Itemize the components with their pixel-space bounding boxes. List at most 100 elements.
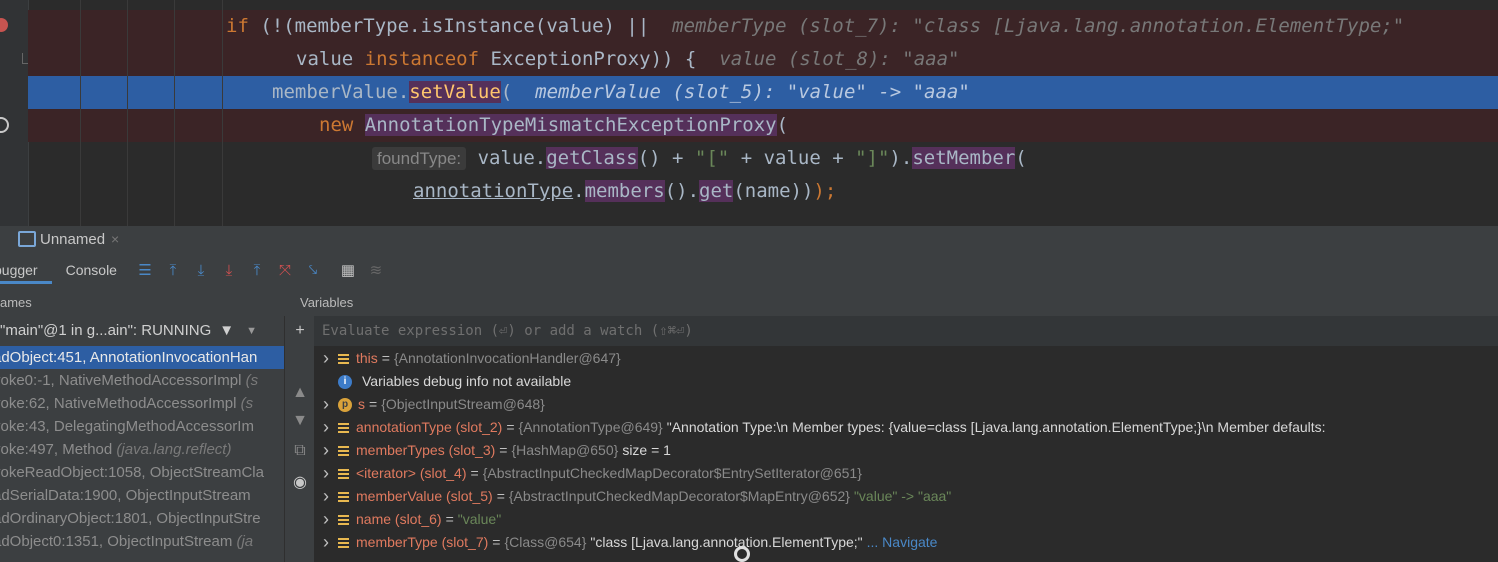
stack-frame[interactable]: voke0:-1, NativeMethodAccessorImpl (s — [0, 369, 284, 392]
variable-row[interactable]: › annotationType (slot_2) = {AnnotationType… — [314, 416, 1498, 439]
variable-row[interactable]: › name (slot_6) = "value" — [314, 508, 1498, 531]
run-config-tab[interactable]: Unnamed × — [0, 226, 1498, 252]
info-icon: i — [338, 374, 352, 389]
evaluate-expression-icon[interactable]: ▦ — [337, 259, 359, 281]
chevron-right-icon[interactable]: › — [314, 508, 338, 531]
variable-type: {AnnotationInvocationHandler@647} — [393, 350, 621, 366]
info-text: Variables debug info not available — [362, 373, 572, 389]
move-down-icon[interactable]: ▼ — [291, 412, 309, 430]
show-watches-icon[interactable]: ◉ — [291, 472, 309, 491]
disabled-breakpoint-icon[interactable] — [0, 117, 9, 133]
code-token: members — [584, 180, 665, 202]
close-icon[interactable]: × — [111, 231, 119, 247]
variable-name: <iterator> (slot_4) — [356, 465, 467, 481]
tab-console[interactable]: Console — [52, 256, 131, 284]
variable-row[interactable]: › this = {AnnotationInvocationHandler@647} — [314, 347, 1498, 370]
variable-row[interactable]: › memberType (slot_7) = {Class@654} "class [… — [314, 531, 1498, 554]
code-line[interactable]: foundType: value.getClass() + "[" + valu… — [28, 142, 1498, 175]
code-token: setValue — [409, 81, 501, 103]
stack-frame[interactable]: adObject:451, AnnotationInvocationHan — [0, 346, 284, 369]
step-over-icon[interactable]: ⤓ — [190, 259, 212, 281]
variables-tree: › this = {AnnotationInvocationHandler@647} i… — [314, 347, 1498, 554]
editor-gutter[interactable] — [0, 0, 34, 226]
stack-frame[interactable]: voke:43, DelegatingMethodAccessorIm — [0, 415, 284, 438]
run-to-cursor-icon[interactable]: ⤥ — [302, 259, 324, 281]
add-watch-icon[interactable]: + — [291, 322, 309, 340]
code-line[interactable]: if (!(memberType.isInstance(value) || me… — [28, 10, 1498, 43]
variable-name: memberValue (slot_5) — [356, 488, 493, 504]
stack-frame[interactable]: adObject0:1351, ObjectInputStream (ja — [0, 530, 284, 553]
duplicate-watch-icon[interactable]: ⧉ — [291, 442, 309, 460]
variable-row[interactable]: › memberTypes (slot_3) = {HashMap@650} size… — [314, 439, 1498, 462]
stack-frame[interactable]: adOrdinaryObject:1801, ObjectInputStre — [0, 507, 284, 530]
chevron-right-icon[interactable]: › — [314, 462, 338, 485]
chevron-right-icon[interactable]: › — [314, 531, 338, 554]
code-token: (name)) — [733, 180, 814, 202]
variable-row[interactable]: › p s = {ObjectInputStream@648} — [314, 393, 1498, 416]
code-token: ( — [500, 81, 536, 103]
frame-label: voke:497, Method — [0, 441, 117, 458]
tab-debugger[interactable]: bugger — [0, 256, 52, 284]
variable-row[interactable]: › memberValue (slot_5) = {AbstractInputChec… — [314, 485, 1498, 508]
stack-frame[interactable]: voke:62, NativeMethodAccessorImpl (s — [0, 392, 284, 415]
code-token: . — [573, 180, 585, 202]
inline-debug-hint: memberValue (slot_5): "value" -> "aaa" — [535, 81, 970, 103]
evaluate-expression-input[interactable]: Evaluate expression (⏎) or add a watch (… — [314, 316, 1498, 347]
stack-frame[interactable]: adSerialData:1900, ObjectInputStream — [0, 484, 284, 507]
variable-type: {AbstractInputCheckedMapDecorator$MapEnt… — [508, 488, 850, 504]
run-config-title: Unnamed — [40, 230, 106, 248]
chevron-right-icon[interactable]: › — [314, 485, 338, 508]
trace-icon[interactable]: ≋ — [365, 259, 387, 281]
code-token: annotationType — [413, 180, 574, 202]
stack-frame[interactable]: vokeReadObject:1058, ObjectStreamCla — [0, 461, 284, 484]
code-line[interactable]: new AnnotationTypeMismatchExceptionProxy… — [28, 109, 1498, 142]
step-out-icon[interactable]: ⤒ — [246, 259, 268, 281]
variable-row[interactable]: › <iterator> (slot_4) = {AbstractInputCheck… — [314, 462, 1498, 485]
equals-sign: = — [492, 534, 501, 550]
equals-sign: = — [381, 350, 390, 366]
variable-type: {HashMap@650} — [511, 442, 619, 458]
drop-frame-icon[interactable]: ⤧ — [274, 259, 296, 281]
step-into-icon[interactable]: ⤓ — [218, 259, 240, 281]
code-editor[interactable]: if (!(memberType.isInstance(value) || me… — [0, 0, 1498, 226]
field-icon — [338, 514, 349, 525]
navigate-link[interactable]: ... Navigate — [867, 531, 938, 554]
code-line[interactable]: memberValue.setValue( memberValue (slot_… — [28, 76, 1498, 109]
code-line[interactable]: value instanceof ExceptionProxy)) { valu… — [28, 43, 1498, 76]
chevron-down-icon[interactable]: ▼ — [246, 316, 257, 346]
field-icon — [338, 491, 349, 502]
menu-icon[interactable]: ☰ — [134, 259, 156, 281]
stack-frame[interactable]: voke:497, Method (java.lang.reflect) — [0, 438, 284, 461]
thread-selector[interactable]: "main"@1 in g...ain": RUNNING ▼ ▼ — [0, 316, 284, 346]
show-execution-point-icon[interactable]: ⤒ — [162, 259, 184, 281]
variable-type: {Class@654} — [504, 534, 587, 550]
code-token: () + — [637, 147, 695, 169]
equals-sign: = — [499, 442, 508, 458]
variable-row[interactable]: i Variables debug info not available — [314, 370, 1498, 393]
frame-label: adSerialData:1900, ObjectInputStream — [0, 487, 251, 504]
code-token: ). — [889, 147, 913, 169]
code-token: setMember — [912, 147, 1016, 169]
move-up-icon[interactable]: ▲ — [291, 384, 309, 402]
code-token: ); — [813, 180, 837, 202]
chevron-right-icon[interactable]: › — [314, 416, 338, 439]
chevron-right-icon[interactable]: › — [314, 393, 338, 416]
variable-value: "value" -> "aaa" — [853, 488, 952, 504]
chevron-right-icon[interactable]: › — [314, 347, 338, 370]
code-token: AnnotationTypeMismatchExceptionProxy — [364, 114, 777, 136]
frame-list: adObject:451, AnnotationInvocationHan vok… — [0, 346, 284, 553]
variable-type: {ObjectInputStream@648} — [381, 396, 545, 412]
code-token: "[" — [694, 147, 730, 169]
variable-name: name (slot_6) — [356, 511, 442, 527]
chevron-right-icon[interactable]: › — [314, 439, 338, 462]
frame-label: adOrdinaryObject:1801, ObjectInputStre — [0, 510, 261, 527]
code-line[interactable]: annotationType.members().get(name))); — [28, 175, 1498, 208]
debug-tool-window: Unnamed × bugger Console ☰ ⤒ ⤓ ⤓ ⤒ ⤧ ⤥ ▦… — [0, 226, 1498, 562]
inline-debug-hint: memberType (slot_7): "class [Ljava.lang.… — [672, 15, 1405, 37]
filter-icon[interactable]: ▼ — [219, 316, 234, 346]
field-icon — [338, 537, 349, 548]
equals-sign: = — [369, 396, 378, 412]
breakpoint-icon[interactable] — [0, 18, 8, 32]
code-token: value — [296, 48, 365, 70]
